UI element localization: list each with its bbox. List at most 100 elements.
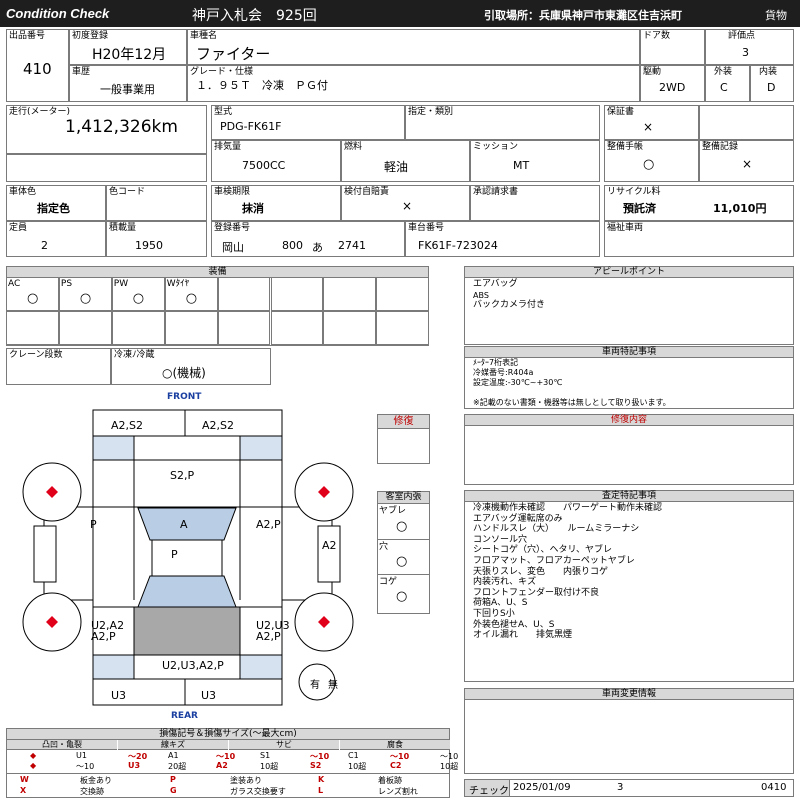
interior-cell: 内装 D: [750, 65, 794, 102]
mark-left-door: P: [90, 518, 97, 531]
exterior-label: 外装: [714, 67, 733, 77]
mark-rear-right: U3: [201, 689, 217, 702]
mark-windshield: A: [180, 518, 188, 531]
vehicle-category: 貨物: [765, 9, 787, 22]
rear-center-gray: [133, 606, 241, 656]
mark-right-door: A2,P: [256, 518, 281, 531]
mark-front-right: A2,S2: [202, 419, 235, 432]
score-value: 3: [742, 46, 749, 59]
mission-value: MT: [513, 159, 530, 172]
assessment-line: ハンドルスレ（大） ルームミラーナシ: [473, 524, 640, 535]
check-count: 3: [617, 782, 624, 793]
appeal-line-1: エアバッグ: [473, 279, 518, 289]
warranty-cell: 保証書 ×: [604, 105, 699, 140]
footer-bar: チェック 2025/01/09 3 0410: [464, 779, 794, 797]
rear-window: [137, 575, 237, 608]
score-label: 評価点: [728, 31, 756, 41]
appeal-title: アピールポイント: [465, 267, 793, 278]
repair-title: 修復内容: [465, 415, 793, 426]
legend-cell: 〜10: [76, 762, 95, 771]
legend-code-value: 板金あり: [80, 776, 112, 785]
legend-code-key: K: [318, 775, 325, 784]
doors-cell: ドア数: [640, 29, 705, 65]
legend-cell: ◆: [30, 751, 37, 760]
legend-cell: A1: [168, 751, 179, 760]
legend-code-value: 塗装あり: [230, 776, 262, 785]
change-title: 車両変更情報: [465, 689, 793, 700]
assessment-line: 天張りスレ、変色 内張りコゲ: [473, 566, 609, 577]
exterior-cell: 外装 C: [705, 65, 750, 102]
legend-code-value: レンズ割れ: [378, 787, 418, 796]
check-label: チェック: [469, 786, 509, 797]
mission-cell: ミッション MT: [470, 140, 600, 182]
mark-hood: S2,P: [170, 469, 195, 482]
special-title: 車両特記事項: [465, 347, 793, 358]
special-note: ※記載のない書類・機器等は無しとして取り扱います。: [473, 398, 671, 407]
pickup-location: 引取場所：兵庫県神戸市東灘区住吉浜町: [484, 9, 682, 22]
legend-cell: 20超: [168, 762, 187, 771]
approval-cell: 承認請求書: [470, 185, 600, 221]
exterior-value: C: [720, 81, 728, 94]
legend-group: 線キズ: [118, 740, 228, 750]
mark-right-side: A2: [322, 539, 337, 552]
legend-cell: 10超: [348, 762, 367, 771]
assessment-line: フロアマット、フロアカーペットヤブレ: [473, 556, 635, 566]
legend-cell: ◆: [30, 761, 37, 770]
mark-left-rear: U2,A2 A2,P: [91, 619, 125, 643]
spare-no: 無: [328, 680, 338, 691]
legend-cell: S2: [310, 761, 322, 770]
appeal-line-3: バックカメラ付き: [473, 300, 546, 310]
mark-right-rear: U2,U3 A2,P: [256, 619, 290, 643]
welfare-label: 福祉車両: [607, 223, 644, 233]
mission-label: ミッション: [473, 142, 519, 152]
legend-title: 損傷記号＆損傷サイズ(〜最大cm): [7, 729, 449, 740]
records-value: ×: [742, 157, 753, 171]
assessment-line: 下回りS小: [473, 609, 515, 619]
legend-group: サビ: [229, 740, 339, 750]
welfare-cell: 福祉車両: [604, 221, 794, 257]
change-panel: 車両変更情報: [464, 688, 794, 774]
check-code: 0410: [761, 782, 787, 793]
legend-cell: 10超: [260, 762, 279, 771]
special-line-2: 冷媒番号:R404a: [473, 368, 534, 377]
assessment-line: 荷箱A、U、S: [473, 598, 528, 609]
recycle-status: 預託済: [623, 202, 656, 215]
assessment-line: オイル漏れ 排気黒煙: [473, 630, 573, 641]
roof-panel: [151, 539, 223, 577]
drive-value: 2WD: [659, 81, 686, 94]
left-mirror: [33, 525, 57, 583]
records-cell: 整備記録 ×: [699, 140, 794, 182]
legend-code-value: 交換跡: [80, 787, 104, 796]
drive-label: 駆動: [643, 67, 662, 77]
assessment-panel: 査定特記事項 冷凍機動作未確認 パワーゲート動作未確認 エアバッグ運転席のみ ハンド…: [464, 490, 794, 682]
approval-label: 承認請求書: [473, 187, 519, 197]
recycle-cell: リサイクル料 預託済 11,010円: [604, 185, 794, 221]
doors-label: ドア数: [643, 31, 671, 41]
legend-cell: A2: [216, 761, 228, 770]
warranty-blank-cell: [699, 105, 794, 140]
special-panel: 車両特記事項 ﾒｰﾀｰ7桁表記 冷媒番号:R404a 設定温度:-30℃~+30…: [464, 346, 794, 409]
repair-panel: 修復内容: [464, 414, 794, 485]
legend-code-key: P: [170, 775, 176, 784]
legend-code-value: 着板跡: [378, 776, 402, 785]
assessment-line: エアバッグ運転席のみ: [473, 513, 563, 524]
legend-code-value: ガラス交換要す: [230, 787, 286, 796]
legend-code-key: W: [20, 775, 29, 784]
drive-cell: 駆動 2WD: [640, 65, 705, 102]
legend-code-key: X: [20, 786, 27, 795]
mark-rear-left: U3: [111, 689, 127, 702]
mark-roof: P: [171, 548, 178, 561]
legend-cell: C1: [348, 751, 359, 760]
legend-cell: S1: [260, 751, 271, 760]
manual-cell: 整備手帳 ○: [604, 140, 699, 182]
car-diagram: [22, 409, 354, 706]
legend-cell: 10超: [440, 762, 459, 771]
hood-panel: [133, 459, 241, 508]
special-line-3: 設定温度:-30℃~+30℃: [473, 378, 563, 387]
appeal-panel: アピールポイント エアバッグ ABS バックカメラ付き: [464, 266, 794, 345]
check-date: 2025/01/09: [513, 782, 571, 793]
assessment-line: 内装汚れ、キズ: [473, 577, 537, 588]
recycle-fee: 11,010円: [713, 202, 767, 215]
legend-cell: C2: [390, 761, 402, 770]
interior-label: 内装: [759, 67, 778, 77]
